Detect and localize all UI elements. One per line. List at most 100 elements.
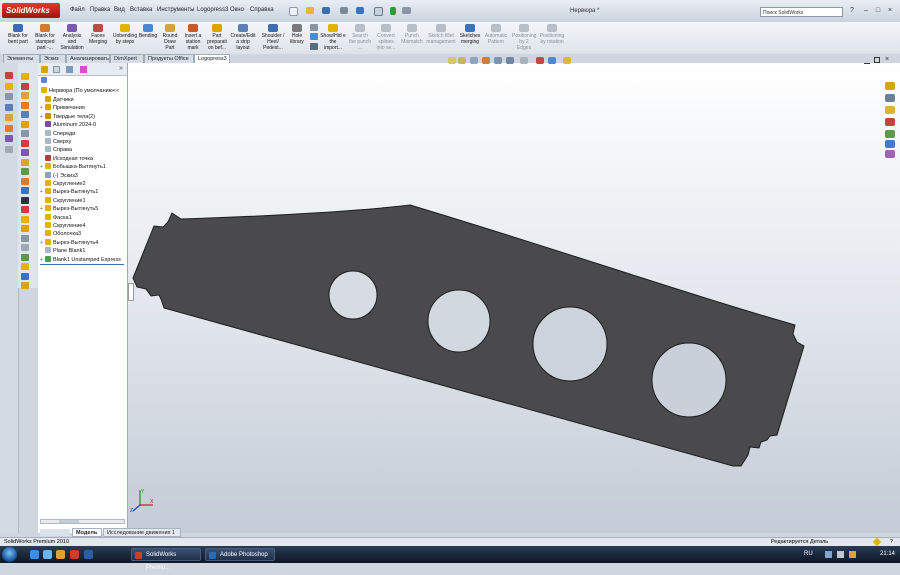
repair-icon[interactable] [21, 272, 29, 280]
polygon-icon[interactable] [21, 130, 29, 137]
command-button-20[interactable]: Positioning by rotation [539, 24, 565, 45]
zoom-area-icon[interactable] [458, 57, 466, 64]
strip-tool-7-icon[interactable] [5, 145, 13, 153]
tree-item[interactable]: Исходная точка [40, 154, 93, 163]
command-button-10[interactable]: Shoulder / Heel/ Pedest... [260, 24, 286, 51]
command-button-19[interactable]: Positioning by 2 Edges [512, 24, 536, 51]
command-button-3[interactable]: Faces Merging [87, 24, 109, 45]
search-icon[interactable] [885, 118, 895, 126]
tree-item[interactable]: Сверху [40, 138, 71, 146]
clock[interactable]: 21:14 [880, 546, 895, 563]
view-settings-icon[interactable] [563, 57, 571, 64]
command-button-7[interactable]: Insert a station mark [181, 24, 205, 51]
custom-properties-icon[interactable] [885, 150, 895, 158]
mirror-icon[interactable] [21, 177, 29, 185]
graphics-area[interactable] [127, 63, 900, 533]
tree-item[interactable]: Скругление2 [40, 180, 86, 188]
viewport-restore-icon[interactable] [874, 57, 880, 63]
display-style-icon[interactable] [506, 57, 514, 64]
start-button[interactable] [2, 547, 17, 562]
command-button-6[interactable]: Round Draw Part [160, 24, 180, 51]
save-icon[interactable] [322, 7, 330, 14]
view-orientation-icon[interactable] [494, 57, 502, 64]
previous-view-icon[interactable] [470, 57, 478, 64]
lightening-hole-2[interactable] [427, 289, 491, 353]
rebuild-status-icon[interactable] [872, 537, 882, 547]
camera-icon[interactable] [21, 196, 29, 204]
tab-2[interactable]: Анализировать [66, 54, 110, 63]
minimize-button[interactable]: – [862, 7, 870, 15]
command-button-11[interactable]: Hole library [288, 24, 306, 45]
command-button-0[interactable]: Blank for bent part [5, 24, 31, 45]
search-input[interactable]: Поиск SolidWorks [760, 7, 843, 17]
lightening-hole-1[interactable] [328, 270, 378, 320]
language-indicator[interactable]: RU [804, 546, 813, 563]
layer-icon[interactable] [310, 43, 318, 50]
tree-expand-icon[interactable]: » [119, 65, 123, 72]
viewport-minimize-icon[interactable] [864, 58, 870, 64]
menu-item-7[interactable]: Справка [250, 7, 274, 13]
dimxpert-manager-icon[interactable] [80, 66, 87, 73]
sketch-tool-icon[interactable] [310, 33, 318, 40]
property-manager-icon[interactable] [53, 66, 60, 73]
command-button-16[interactable]: Sketch fillet management [426, 24, 456, 45]
command-button-12[interactable]: Show/Hid e the import... [320, 24, 346, 51]
relation-icon[interactable] [21, 263, 29, 270]
section-view-icon[interactable] [482, 57, 490, 64]
solidworks-logo[interactable]: SolidWorks [2, 3, 60, 18]
tree-scroll-thumb[interactable] [59, 520, 79, 523]
strip-tool-2-icon[interactable] [5, 93, 13, 100]
lightening-hole-3[interactable] [532, 306, 608, 382]
view-palette-icon[interactable] [885, 130, 895, 138]
apply-scene-icon[interactable] [548, 57, 556, 64]
offset-icon[interactable] [21, 168, 29, 175]
tangent-icon[interactable] [21, 215, 29, 223]
tab-5[interactable]: Logopress3 [194, 54, 230, 63]
quick-launch-icon[interactable] [84, 550, 93, 559]
line-icon[interactable] [21, 82, 29, 90]
viewport-close-icon[interactable]: × [885, 56, 889, 63]
circle-icon[interactable] [21, 101, 29, 109]
tree-item[interactable]: Оболочка3 [40, 230, 81, 238]
command-button-9[interactable]: Create/Edit a strip layout [229, 24, 257, 51]
trim-icon[interactable] [21, 149, 29, 156]
menu-item-0[interactable]: Файл [70, 7, 85, 13]
internet-explorer-icon[interactable] [43, 550, 52, 559]
arc-icon[interactable] [21, 111, 29, 118]
tree-item[interactable]: + Blank1 Unstamped Express [40, 255, 124, 265]
close-button[interactable]: × [886, 7, 894, 15]
menu-item-2[interactable]: Вид [114, 7, 125, 13]
print-icon[interactable] [340, 7, 348, 14]
command-button-8[interactable]: Part preparati on bef... [205, 24, 229, 51]
hide-icon[interactable] [21, 244, 29, 251]
command-button-5[interactable]: Bending [137, 24, 159, 39]
bottom-tab-1[interactable]: Исследование движения 1 [103, 528, 181, 537]
lightening-hole-4[interactable] [651, 342, 727, 418]
tab-0[interactable]: Элементы [3, 54, 40, 63]
help-button[interactable]: ? [848, 7, 856, 15]
maximize-button[interactable]: □ [874, 7, 882, 15]
tree-item[interactable]: Скругление4 [40, 222, 86, 230]
menu-item-6[interactable]: Окно [230, 7, 244, 13]
taskbar-item-solidworks[interactable]: SolidWorks Premiu... [131, 548, 201, 571]
strip-tool-1-icon[interactable] [5, 82, 13, 90]
tree-item[interactable]: + Вырез-Вытянуть5 [40, 205, 98, 213]
tab-3[interactable]: DimXpert [110, 54, 144, 63]
tree-item[interactable]: Датчики [40, 96, 74, 104]
tree-item[interactable]: Спереди [40, 129, 75, 138]
tree-item[interactable]: + Вырез-Вытянуть1 [40, 188, 98, 196]
text-icon[interactable] [21, 225, 29, 232]
tree-item[interactable]: + Твердые тела(2) [40, 112, 95, 121]
convert-icon[interactable] [21, 158, 29, 166]
filter-icon[interactable] [41, 77, 47, 83]
bottom-tab-0[interactable]: Модель [72, 528, 102, 537]
command-button-14[interactable]: Convert splines into se... [374, 24, 398, 51]
command-button-13[interactable]: Search the punch ... [349, 24, 371, 51]
tab-4[interactable]: Продукты Office [144, 54, 194, 63]
solidworks-launcher-icon[interactable] [70, 550, 79, 559]
undo-icon[interactable] [356, 7, 364, 14]
feature-manager-icon[interactable] [41, 66, 48, 73]
strip-tool-6-icon[interactable] [5, 135, 13, 142]
panel-splitter[interactable] [128, 283, 134, 301]
show-desktop-icon[interactable] [30, 550, 39, 559]
